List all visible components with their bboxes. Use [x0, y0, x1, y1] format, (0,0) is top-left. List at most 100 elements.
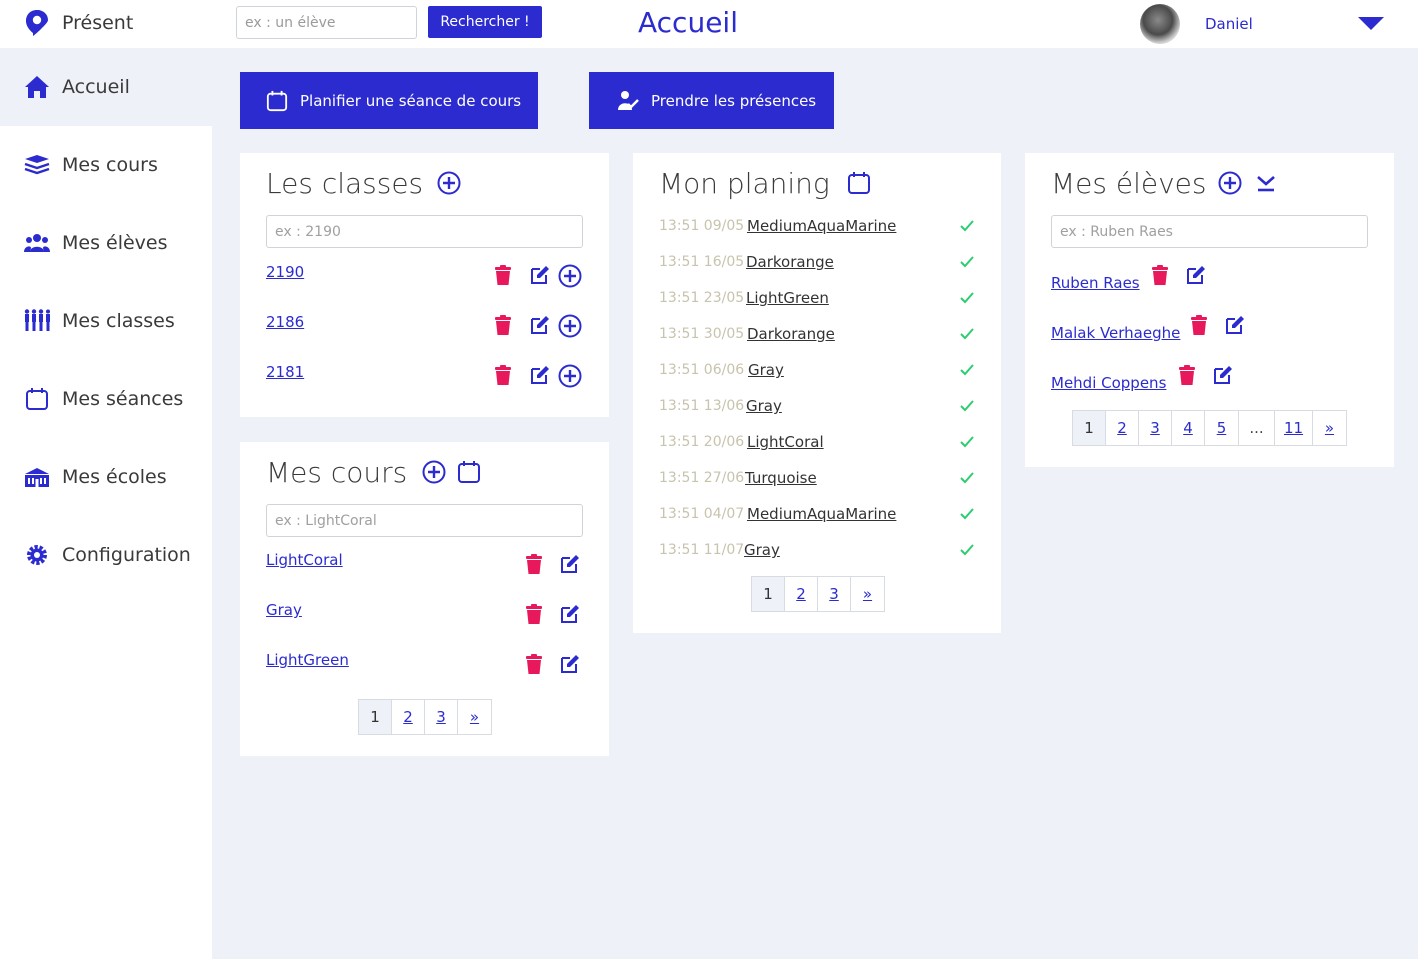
page-button[interactable]: 2 — [784, 577, 817, 611]
edit-icon[interactable] — [1224, 314, 1246, 336]
take-attendance-button[interactable]: Prendre les présences — [589, 72, 834, 129]
search-input[interactable] — [236, 6, 417, 39]
add-class-icon[interactable] — [437, 171, 461, 195]
class-link[interactable]: 2186 — [266, 313, 304, 331]
student-link[interactable]: Mehdi Coppens — [1051, 374, 1166, 392]
class-search-input[interactable] — [266, 215, 583, 248]
course-link[interactable]: LightCoral — [266, 551, 343, 569]
calendar-icon[interactable] — [847, 171, 871, 195]
sidebar-item-label: Mes classes — [62, 310, 175, 332]
edit-icon[interactable] — [1212, 364, 1234, 386]
students-title: Mes élèves — [1051, 167, 1207, 200]
planning-title: Mon planing — [659, 167, 830, 200]
session-course-link[interactable]: LightCoral — [747, 433, 824, 451]
page-button[interactable]: 1 — [1073, 411, 1105, 445]
edit-icon[interactable] — [1185, 264, 1207, 286]
edit-icon[interactable] — [529, 314, 551, 336]
students-card: Mes élèves Ruben Raes Malak Verhaeghe Me… — [1025, 153, 1394, 467]
check-icon — [960, 292, 974, 304]
session-time: 13:51 13/06 — [659, 398, 745, 414]
page-button[interactable]: 3 — [817, 577, 850, 611]
next-page-button[interactable]: » — [1312, 411, 1346, 445]
chevron-down-icon[interactable] — [1358, 17, 1384, 30]
trash-icon[interactable] — [523, 553, 545, 575]
session-course-link[interactable]: LightGreen — [746, 289, 829, 307]
page-button[interactable]: 1 — [359, 700, 391, 734]
school-icon — [24, 464, 50, 490]
search-button[interactable]: Rechercher ! — [428, 6, 542, 38]
sidebar-item-label: Mes séances — [62, 388, 184, 410]
download-icon[interactable] — [1254, 171, 1278, 195]
edit-icon[interactable] — [559, 603, 581, 625]
course-link[interactable]: LightGreen — [266, 651, 349, 669]
planning-card: Mon planing 13:51 09/05 MediumAquaMarine… — [633, 153, 1001, 633]
user-check-icon — [617, 90, 639, 112]
session-course-link[interactable]: Darkorange — [746, 253, 834, 271]
plan-session-button[interactable]: Planifier une séance de cours — [240, 72, 538, 129]
page-button[interactable]: 3 — [1138, 411, 1171, 445]
add-student-icon[interactable] — [1218, 171, 1242, 195]
check-icon — [960, 328, 974, 340]
username[interactable]: Daniel — [1205, 15, 1253, 33]
trash-icon[interactable] — [1149, 264, 1171, 286]
trash-icon[interactable] — [523, 603, 545, 625]
classes-title: Les classes — [266, 167, 424, 200]
sidebar: Accueil Mes cours Mes élèves Mes classes — [0, 48, 212, 959]
class-link[interactable]: 2181 — [266, 363, 304, 381]
trash-icon[interactable] — [492, 264, 514, 286]
check-icon — [960, 436, 974, 448]
calendar-icon[interactable] — [457, 460, 481, 484]
edit-icon[interactable] — [559, 553, 581, 575]
page-title: Accueil — [638, 6, 738, 39]
sidebar-item-mes-seances[interactable]: Mes séances — [0, 360, 212, 438]
add-circle-icon[interactable] — [558, 364, 582, 388]
session-course-link[interactable]: Darkorange — [747, 325, 835, 343]
edit-icon[interactable] — [559, 653, 581, 675]
session-course-link[interactable]: Gray — [744, 541, 780, 559]
trash-icon[interactable] — [523, 653, 545, 675]
trash-icon[interactable] — [1176, 364, 1198, 386]
avatar[interactable] — [1140, 4, 1180, 44]
edit-icon[interactable] — [529, 364, 551, 386]
next-page-button[interactable]: » — [850, 577, 884, 611]
sidebar-item-mes-eleves[interactable]: Mes élèves — [0, 204, 212, 282]
trash-icon[interactable] — [1188, 314, 1210, 336]
sidebar-item-mes-classes[interactable]: Mes classes — [0, 282, 212, 360]
session-course-link[interactable]: Gray — [748, 361, 784, 379]
page-button[interactable]: 1 — [752, 577, 784, 611]
course-link[interactable]: Gray — [266, 601, 302, 619]
student-link[interactable]: Ruben Raes — [1051, 274, 1140, 292]
add-course-icon[interactable] — [422, 460, 446, 484]
plan-session-label: Planifier une séance de cours — [300, 91, 522, 110]
page-button[interactable]: 4 — [1171, 411, 1204, 445]
edit-icon[interactable] — [529, 264, 551, 286]
brand-name[interactable]: Présent — [62, 12, 133, 34]
next-page-button[interactable]: » — [457, 700, 491, 734]
page-button[interactable]: 2 — [391, 700, 424, 734]
check-icon — [960, 472, 974, 484]
page-button[interactable]: 5 — [1204, 411, 1238, 445]
sidebar-item-mes-ecoles[interactable]: Mes écoles — [0, 438, 212, 516]
trash-icon[interactable] — [492, 364, 514, 386]
student-link[interactable]: Malak Verhaeghe — [1051, 324, 1180, 342]
session-course-link[interactable]: Gray — [746, 397, 782, 415]
users-icon — [24, 230, 50, 256]
session-course-link[interactable]: Turquoise — [745, 469, 817, 487]
gear-icon — [24, 542, 50, 568]
page-button[interactable]: 3 — [424, 700, 457, 734]
session-course-link[interactable]: MediumAquaMarine — [747, 505, 896, 523]
class-link[interactable]: 2190 — [266, 263, 304, 281]
sidebar-item-mes-cours[interactable]: Mes cours — [0, 126, 212, 204]
trash-icon[interactable] — [492, 314, 514, 336]
add-circle-icon[interactable] — [558, 264, 582, 288]
student-search-input[interactable] — [1051, 215, 1368, 248]
page-button[interactable]: 11 — [1274, 411, 1312, 445]
session-time: 13:51 11/07 — [659, 542, 745, 558]
sidebar-item-configuration[interactable]: Configuration — [0, 516, 212, 594]
page-button[interactable]: 2 — [1105, 411, 1138, 445]
sidebar-item-accueil[interactable]: Accueil — [0, 48, 212, 126]
location-pin-logo-icon[interactable] — [24, 9, 50, 37]
session-course-link[interactable]: MediumAquaMarine — [747, 217, 896, 235]
add-circle-icon[interactable] — [558, 314, 582, 338]
course-search-input[interactable] — [266, 504, 583, 537]
